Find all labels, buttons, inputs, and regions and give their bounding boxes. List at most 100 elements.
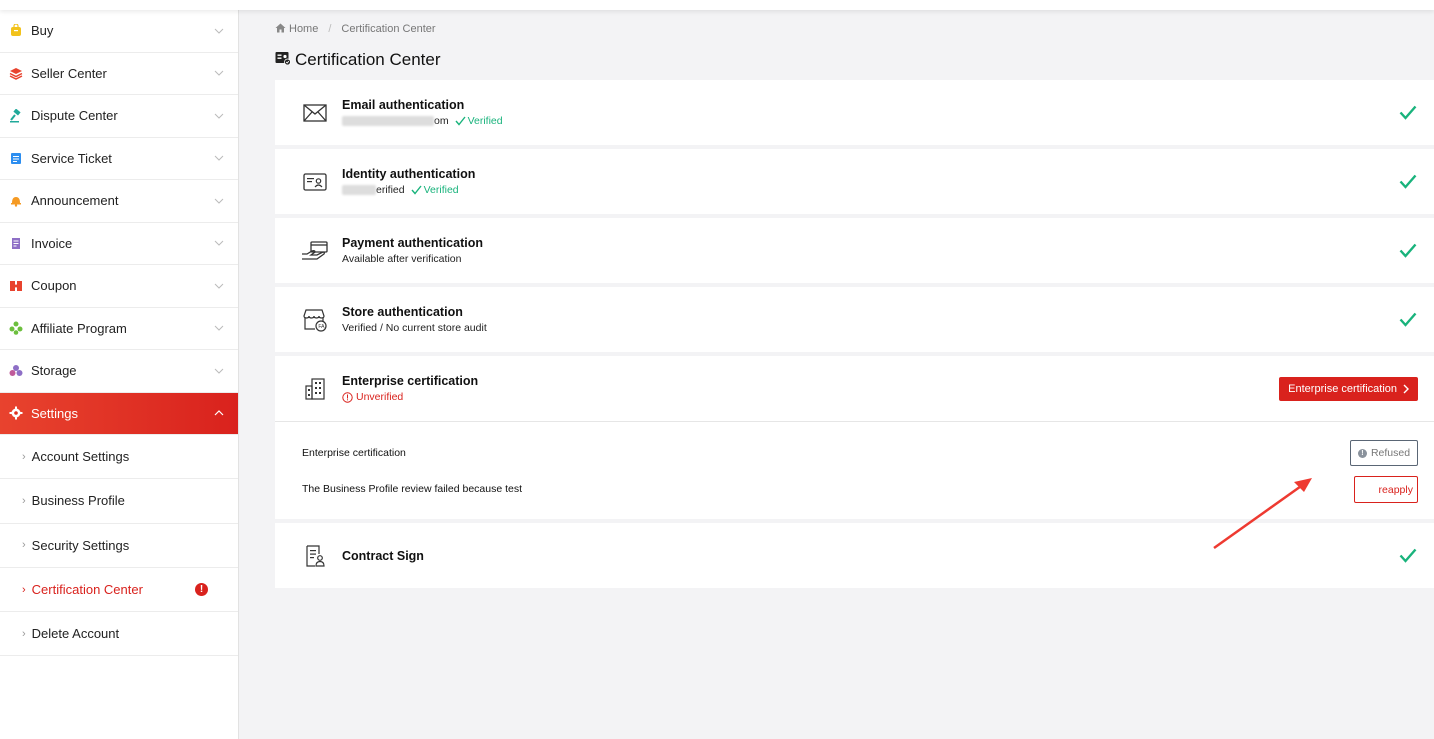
sidebar: Buy Seller Center Dispute Center Service…: [0, 10, 239, 739]
invoice-icon: [8, 235, 24, 251]
sidebar-item-dispute-center[interactable]: Dispute Center: [0, 95, 238, 138]
envelope-icon: [301, 99, 329, 127]
card-enterprise-certification: Enterprise certification Unverified Ente…: [275, 356, 1434, 421]
sidebar-item-service-ticket[interactable]: Service Ticket: [0, 138, 238, 180]
sidebar-item-buy[interactable]: Buy: [0, 10, 238, 53]
ticket-icon: [8, 150, 24, 166]
chevron-up-icon: [214, 408, 224, 418]
chevron-down-icon: [214, 281, 224, 291]
sidebar-item-affiliate-program[interactable]: Affiliate Program: [0, 308, 238, 350]
sidebar-item-invoice[interactable]: Invoice: [0, 223, 238, 265]
svg-text:FA: FA: [318, 324, 325, 330]
sidebar-subitem-label: Certification Center: [31, 582, 143, 598]
card-title: Email authentication: [342, 98, 465, 112]
verified-text: Verified: [467, 115, 503, 127]
verified-badge: Verified: [411, 184, 459, 196]
chevron-right-icon: [1403, 384, 1409, 393]
chevron-down-icon: [214, 323, 224, 333]
sidebar-item-label: Buy: [31, 23, 54, 39]
sidebar-item-storage[interactable]: Storage: [0, 350, 238, 393]
breadcrumb: Home / Certification Center: [275, 10, 1434, 48]
card-title: Identity authentication: [342, 167, 476, 181]
email-suffix: om: [434, 115, 449, 127]
chevron-down-icon: [214, 238, 224, 248]
sidebar-item-announcement[interactable]: Announcement: [0, 180, 238, 223]
button-label: Enterprise certification: [1288, 382, 1397, 395]
sidebar-item-label: Seller Center: [31, 65, 107, 81]
sidebar-subitem-account-settings[interactable]: › Account Settings: [0, 435, 238, 480]
chevron-down-icon: [214, 366, 224, 376]
refused-label: Refused: [1370, 447, 1411, 459]
reapply-button[interactable]: reapply: [1354, 476, 1418, 503]
card-subtitle: Verified / No current store audit: [342, 322, 487, 334]
affiliate-icon: [8, 320, 24, 336]
building-icon: [301, 375, 329, 403]
sidebar-item-label: Storage: [31, 363, 77, 379]
sidebar-item-label: Affiliate Program: [31, 320, 127, 336]
warning-icon: [342, 391, 353, 403]
sidebar-subitem-label: Delete Account: [31, 626, 120, 642]
id-card-icon: [301, 168, 329, 196]
sidebar-subitem-business-profile[interactable]: › Business Profile: [0, 479, 238, 524]
card-store-authentication: FA Store authentication Verified / No cu…: [275, 287, 1434, 352]
identity-suffix: erified: [376, 184, 405, 196]
chevron-right-icon: ›: [22, 583, 26, 596]
redacted-identity: [342, 185, 376, 195]
storage-icon: [8, 363, 24, 379]
check-icon: [1398, 172, 1418, 192]
coupon-icon: [8, 278, 24, 294]
store-icon: FA: [301, 306, 329, 334]
reapply-label: reapply: [1378, 483, 1413, 496]
chevron-down-icon: [214, 26, 224, 36]
check-icon: [1398, 310, 1418, 330]
sidebar-item-label: Dispute Center: [31, 108, 118, 124]
bell-icon: [8, 193, 24, 209]
enterprise-certification-button[interactable]: Enterprise certification: [1279, 376, 1418, 401]
sidebar-item-seller-center[interactable]: Seller Center: [0, 53, 238, 95]
unverified-badge: Unverified: [342, 391, 403, 403]
page-title: Certification Center: [275, 48, 1434, 72]
sidebar-subitem-delete-account[interactable]: › Delete Account: [0, 612, 238, 657]
card-title: Payment authentication: [342, 236, 483, 250]
enterprise-review-detail: Enterprise certification The Business Pr…: [275, 421, 1434, 519]
check-icon: [1398, 103, 1418, 123]
chevron-right-icon: ›: [22, 627, 26, 640]
sidebar-item-label: Invoice: [31, 235, 73, 251]
breadcrumb-home-label: Home: [289, 23, 319, 35]
chevron-down-icon: [214, 111, 224, 121]
chevron-right-icon: ›: [22, 450, 26, 463]
card-subtitle: om Verified: [342, 115, 1398, 127]
check-icon: [1398, 546, 1418, 566]
refused-status-button[interactable]: ! Refused: [1350, 440, 1418, 466]
layers-icon: [8, 65, 24, 81]
breadcrumb-separator: /: [328, 23, 332, 35]
id-card-icon: [275, 50, 291, 70]
chevron-down-icon: [214, 68, 224, 78]
unverified-text: Unverified: [356, 391, 404, 403]
sidebar-item-label: Service Ticket: [31, 150, 112, 166]
detail-message: The Business Profile review failed becau…: [302, 483, 523, 495]
card-title: Enterprise certification: [342, 374, 479, 388]
breadcrumb-home[interactable]: Home: [275, 23, 318, 36]
card-title: Contract Sign: [342, 548, 424, 563]
sidebar-subitem-certification-center[interactable]: › Certification Center !: [0, 568, 238, 613]
gavel-icon: [8, 108, 24, 124]
home-icon: [275, 23, 286, 36]
sidebar-item-coupon[interactable]: Coupon: [0, 265, 238, 308]
detail-title: Enterprise certification: [302, 447, 406, 459]
card-payment-authentication: Payment authentication Available after v…: [275, 218, 1434, 283]
info-icon: !: [1357, 448, 1367, 458]
sidebar-subitem-label: Business Profile: [31, 493, 125, 509]
gear-icon: [8, 405, 24, 421]
chevron-right-icon: ›: [22, 539, 26, 552]
card-contract-sign: Contract Sign: [275, 523, 1434, 588]
check-icon: [1398, 241, 1418, 261]
breadcrumb-current: Certification Center: [341, 23, 436, 35]
card-subtitle: erified Verified: [342, 184, 1398, 196]
sidebar-subitem-security-settings[interactable]: › Security Settings: [0, 524, 238, 568]
card-subtitle: Unverified: [342, 391, 1279, 403]
sidebar-item-settings[interactable]: Settings: [0, 392, 238, 435]
chevron-down-icon: [214, 153, 224, 163]
redacted-email: [342, 116, 434, 126]
sidebar-item-label: Settings: [31, 405, 78, 421]
